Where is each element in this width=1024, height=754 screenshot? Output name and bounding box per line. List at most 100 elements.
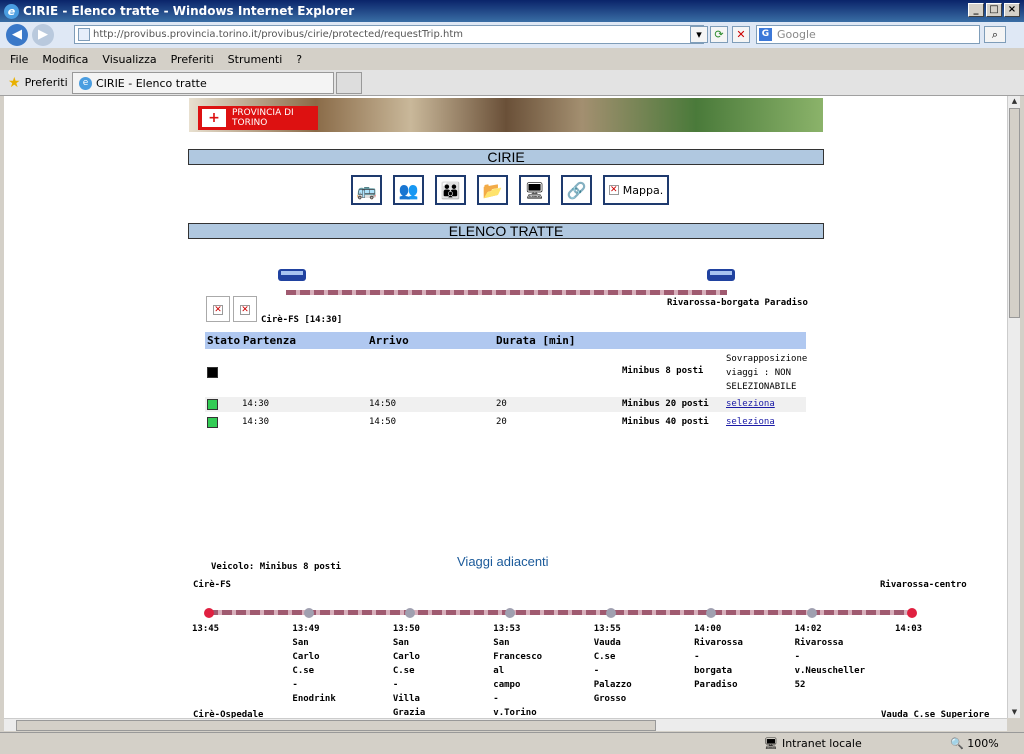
- address-toolbar: ◀ ▶ http://provibus.provincia.torino.it/…: [0, 22, 1024, 48]
- menu-strumenti[interactable]: Strumenti: [228, 53, 283, 66]
- network-button[interactable]: 🔗: [561, 175, 592, 205]
- window-title: CIRIE - Elenco tratte - Windows Internet…: [23, 4, 355, 18]
- overlap-line: viaggi : NON: [726, 368, 792, 378]
- broken-image-button[interactable]: ✕: [233, 296, 257, 322]
- stop-name-line: Palazzo: [593, 680, 632, 690]
- stop-name-line: C.se: [292, 666, 315, 676]
- stop-marker: [706, 608, 717, 618]
- map-label: Mappa.: [622, 183, 664, 197]
- search-input[interactable]: G Google: [756, 25, 980, 44]
- select-link[interactable]: seleziona: [726, 399, 775, 409]
- stop-marker: [404, 608, 415, 618]
- header-banner: + PROVINCIA DI TORINO: [189, 98, 823, 132]
- security-zone: 🖥 Intranet locale: [764, 737, 862, 750]
- bus-button[interactable]: 🚌: [351, 175, 382, 205]
- search-placeholder: Google: [777, 28, 816, 41]
- stop-name-line: v.Torino: [493, 708, 537, 718]
- stop-time: 13:50: [392, 624, 420, 634]
- stop-marker: [907, 608, 917, 618]
- vertical-scrollbar[interactable]: ▲ ▼: [1007, 96, 1020, 718]
- address-dropdown-button[interactable]: ▾: [690, 26, 708, 43]
- stop-name-line: Rivarossa: [794, 638, 844, 648]
- scroll-up-icon[interactable]: ▲: [1009, 96, 1020, 107]
- maximize-button[interactable]: □: [986, 3, 1002, 17]
- group-icon: 👪: [440, 180, 461, 200]
- horizontal-scrollbar[interactable]: [4, 718, 1007, 731]
- back-button[interactable]: ◀: [6, 24, 28, 46]
- scroll-thumb[interactable]: [16, 720, 656, 731]
- new-tab-button[interactable]: [336, 72, 362, 94]
- stop-name-line: campo: [493, 680, 521, 690]
- stop-marker: [204, 608, 214, 618]
- broken-image-icon: ✕: [213, 305, 223, 315]
- route-start: Cirè-FS: [193, 580, 231, 590]
- address-input[interactable]: http://provibus.provincia.torino.it/prov…: [74, 25, 704, 44]
- select-link[interactable]: seleziona: [726, 417, 775, 427]
- users-icon: 👥: [398, 180, 419, 200]
- scroll-down-icon[interactable]: ▼: [1009, 707, 1020, 718]
- folder-button[interactable]: 📂: [477, 175, 508, 205]
- overlap-notice: Sovrapposizione viaggi : NON SELEZIONABI…: [726, 352, 807, 394]
- departure-time: 14:30: [242, 399, 270, 409]
- stop-name-line: San: [392, 638, 410, 648]
- status-indicator: [207, 399, 218, 410]
- stop-name-line: -: [493, 694, 499, 704]
- overlap-line: Sovrapposizione: [726, 354, 808, 364]
- logo-text: PROVINCIA DI TORINO: [232, 108, 294, 128]
- menu-file[interactable]: File: [10, 53, 28, 66]
- window-titlebar: e CIRIE - Elenco tratte - Windows Intern…: [0, 0, 1024, 22]
- favorites-label: Preferiti: [24, 76, 68, 89]
- table-row: 14:30 14:50 20 Minibus 40 posti selezion…: [205, 415, 806, 430]
- zoom-control[interactable]: 🔍 100%: [950, 737, 999, 750]
- duration: 20: [496, 399, 507, 409]
- shield-icon: +: [202, 109, 226, 127]
- stop-name-line: Carlo: [292, 652, 320, 662]
- stop-name-line: -: [593, 666, 600, 676]
- section-title: ELENCO TRATTE: [188, 223, 824, 239]
- search-button[interactable]: ⌕: [984, 26, 1006, 43]
- users-button[interactable]: 👥: [393, 175, 424, 205]
- map-button[interactable]: ✕ Mappa.: [603, 175, 669, 205]
- stop-name-line: Grazia: [392, 708, 426, 718]
- stop-name-line: Francesco: [493, 652, 543, 662]
- ie-icon: e: [4, 3, 19, 19]
- zoom-icon: 🔍: [950, 737, 964, 750]
- minimize-button[interactable]: _: [968, 3, 984, 17]
- zoom-level: 100%: [967, 737, 999, 750]
- menu-visualizza[interactable]: Visualizza: [102, 53, 156, 66]
- stop-name-line: v.Neuscheller: [794, 666, 866, 676]
- stop-name-line: Enodrink: [292, 694, 336, 704]
- vehicle-label: Minibus 40 posti: [622, 417, 709, 427]
- url-text: http://provibus.provincia.torino.it/prov…: [93, 29, 463, 40]
- close-window-button[interactable]: ×: [1004, 3, 1020, 17]
- col-partenza: Partenza: [243, 334, 296, 347]
- menu-help[interactable]: ?: [296, 53, 302, 66]
- stop-name-line: San: [493, 638, 510, 648]
- bus-icon: [278, 269, 306, 281]
- stop-name-line: Rivarossa: [694, 638, 743, 648]
- status-bar: 🖥 Intranet locale 🔍 100%: [0, 732, 1024, 754]
- tab-title: CIRIE - Elenco tratte: [96, 76, 207, 90]
- favorites-button[interactable]: ★ Preferiti: [0, 75, 76, 91]
- refresh-button[interactable]: ⟳: [710, 26, 728, 43]
- scroll-thumb[interactable]: [1009, 108, 1020, 318]
- stop-time: 14:02: [794, 624, 822, 634]
- bus-icon: 🚌: [356, 180, 377, 200]
- broken-image-icon: ✕: [240, 305, 250, 315]
- adjacent-title: Viaggi adiacenti: [457, 554, 549, 569]
- route-bottom-right: Vauda C.se Superiore: [881, 710, 990, 718]
- stop-button[interactable]: ✕: [732, 26, 750, 43]
- broken-image-button[interactable]: ✕: [206, 296, 230, 322]
- table-row: 14:30 14:50 20 Minibus 20 posti selezion…: [205, 397, 806, 412]
- table-header: Stato Partenza Arrivo Durata [min]: [205, 332, 806, 349]
- menu-preferiti[interactable]: Preferiti: [171, 53, 214, 66]
- computer-button[interactable]: 🖥: [519, 175, 550, 205]
- vehicle-label: Minibus 8 posti: [622, 366, 704, 376]
- group-button[interactable]: 👪: [435, 175, 466, 205]
- tab-cirie[interactable]: e CIRIE - Elenco tratte: [72, 72, 334, 94]
- stop-time: 13:49: [292, 624, 320, 634]
- zone-label: Intranet locale: [781, 737, 862, 750]
- forward-button[interactable]: ▶: [32, 24, 54, 46]
- folder-icon: 📂: [482, 180, 503, 200]
- menu-modifica[interactable]: Modifica: [42, 53, 88, 66]
